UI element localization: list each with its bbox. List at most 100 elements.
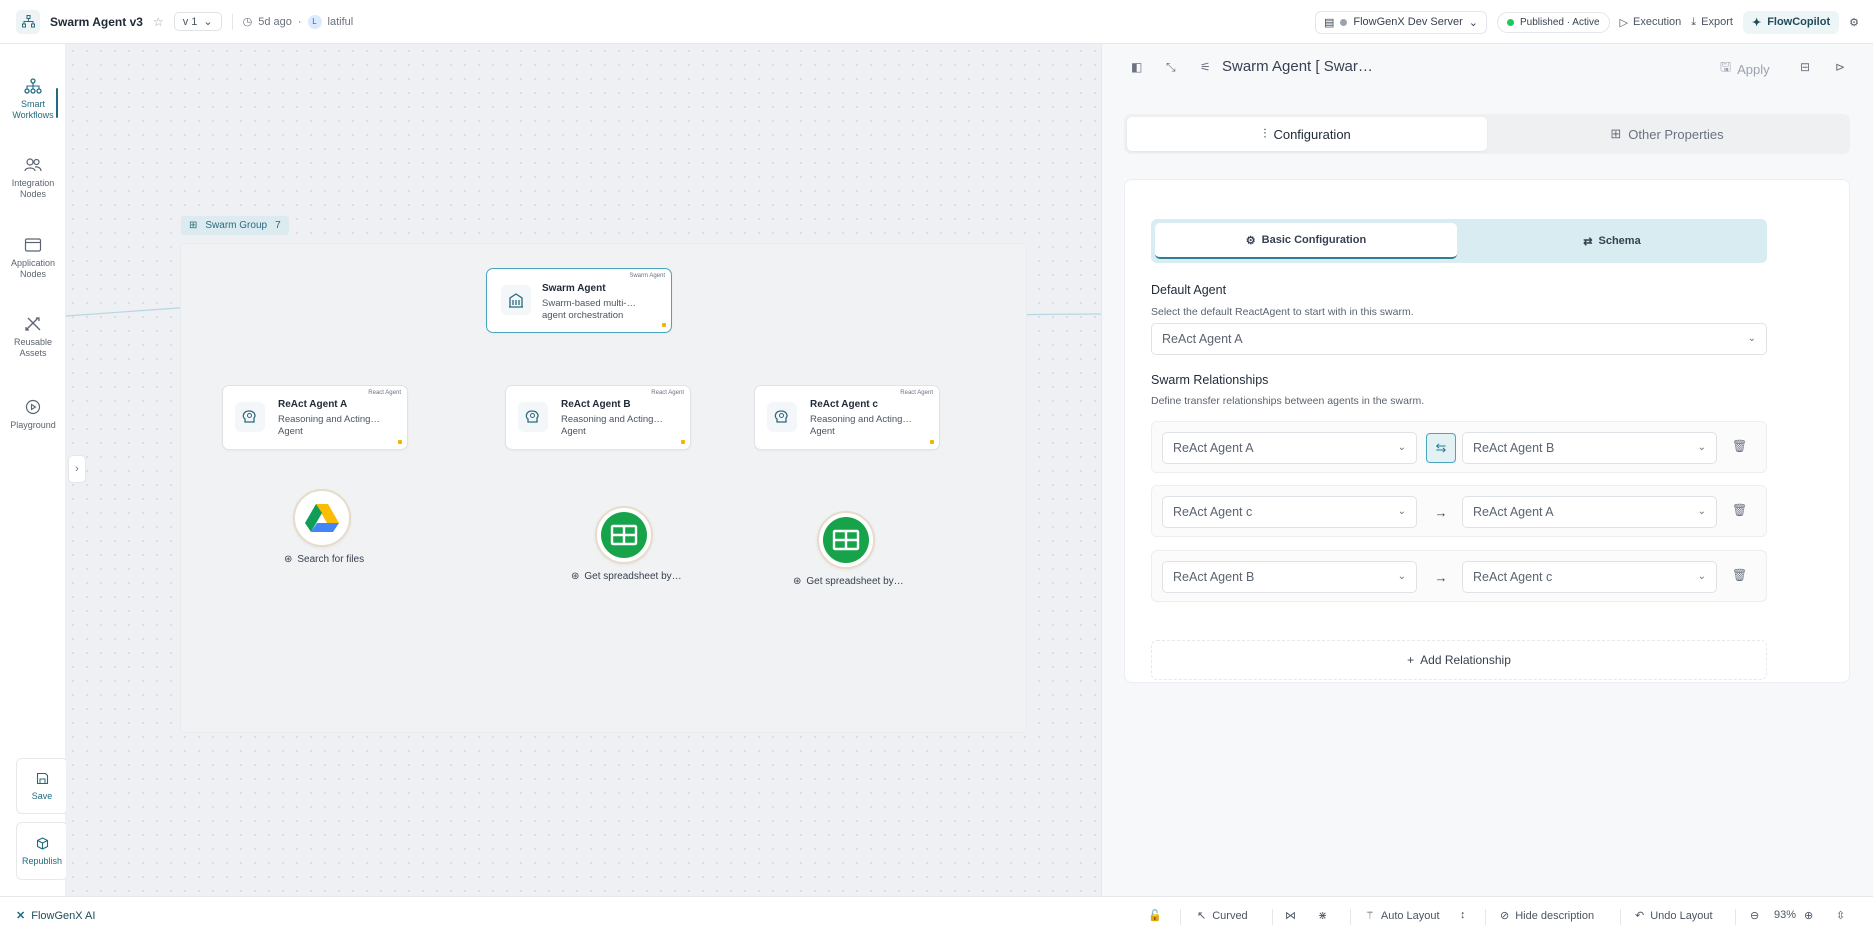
google-drive-tool[interactable] xyxy=(293,489,351,547)
relationship-from-select[interactable]: ReAct Agent B ⌄ xyxy=(1162,561,1417,593)
direction-toggle[interactable]: → xyxy=(1426,562,1456,592)
relationships-title: Swarm Relationships xyxy=(1151,373,1269,387)
workflow-icon[interactable] xyxy=(16,9,40,34)
react-agent-b-node[interactable]: React Agent ReAct Agent B Reasoning and … xyxy=(505,385,691,450)
minimize-icon[interactable]: ⤡ xyxy=(1166,60,1176,75)
expand-icon[interactable]: ⋇ xyxy=(1318,909,1327,922)
export-button[interactable]: ⤓ Export xyxy=(1691,16,1733,29)
tool-label: ⊛ Get spreadsheet by… xyxy=(793,576,904,587)
version-select[interactable]: v 1 ⌄ xyxy=(173,12,222,31)
relationship-from-select[interactable]: ReAct Agent c ⌄ xyxy=(1162,496,1417,528)
relationship-to-select[interactable]: ReAct Agent c ⌄ xyxy=(1462,561,1717,593)
left-sidebar: Smart Workflows Integration Nodes Applic… xyxy=(0,44,68,896)
arrow-right-icon: → xyxy=(1434,504,1448,520)
republish-button[interactable]: Republish xyxy=(16,822,68,880)
sidebar-item-label: Playground xyxy=(10,420,56,430)
tool-icon: ⊛ xyxy=(793,576,802,587)
undo-layout-button[interactable]: ↶ Undo Layout xyxy=(1635,909,1713,923)
server-name: FlowGenX Dev Server xyxy=(1353,16,1463,28)
default-agent-desc: Select the default ReactAgent to start w… xyxy=(1151,306,1414,318)
trash-icon[interactable]: 🗑 xyxy=(1732,503,1747,517)
status-dot xyxy=(1507,18,1515,26)
node-title: ReAct Agent c xyxy=(810,399,878,410)
node-flag xyxy=(662,323,666,327)
brain-icon xyxy=(767,402,797,432)
relationship-to-select[interactable]: ReAct Agent B ⌄ xyxy=(1462,432,1717,464)
status-badge[interactable]: Published · Active xyxy=(1497,11,1610,33)
copilot-label: FlowCopilot xyxy=(1767,16,1831,28)
trash-icon[interactable]: 🗑 xyxy=(1732,439,1747,453)
tool-label: ⊛ Search for files xyxy=(284,554,365,565)
workflow-icon xyxy=(24,78,42,94)
tab-schema[interactable]: ⇄ Schema xyxy=(1461,223,1763,259)
save-label: Save xyxy=(31,790,53,801)
hide-description-button[interactable]: ⊘ Hide description xyxy=(1500,909,1594,923)
wand-icon: ⚚ xyxy=(1365,910,1375,922)
tool-icon: ⊛ xyxy=(284,554,293,565)
server-select[interactable]: ▤ FlowGenX Dev Server ⌄ xyxy=(1314,10,1488,34)
version-label: v 1 xyxy=(182,15,198,28)
execution-button[interactable]: ▷ Execution xyxy=(1620,16,1682,29)
google-drive-icon xyxy=(305,504,339,532)
play-circle-icon[interactable]: ⊳ xyxy=(1835,60,1845,74)
select-value: ReAct Agent A xyxy=(1162,332,1243,346)
google-sheets-tool[interactable] xyxy=(817,511,875,569)
auto-layout-button[interactable]: ⚚ Auto Layout xyxy=(1365,909,1440,923)
lock-icon[interactable]: 🔓 xyxy=(1148,909,1162,922)
chevron-down-icon: ⌄ xyxy=(1697,442,1706,453)
add-relationship-button[interactable]: + Add Relationship xyxy=(1151,640,1767,680)
cube-icon xyxy=(36,836,48,850)
sidebar-item-integration-nodes[interactable]: Integration Nodes xyxy=(0,157,66,200)
fit-view-icon[interactable]: ⇳ xyxy=(1836,909,1845,922)
default-agent-select[interactable]: ReAct Agent A ⌄ xyxy=(1151,323,1767,355)
edge-style-button[interactable]: ↖ Curved xyxy=(1197,909,1248,923)
sliders-icon: ⫶ xyxy=(1263,126,1267,141)
tab-configuration[interactable]: ⫶ Configuration xyxy=(1127,117,1487,151)
panel-toggle-icon[interactable]: ◧ xyxy=(1131,60,1142,74)
settings-icon[interactable]: ⚙ xyxy=(1849,16,1859,29)
sidebar-item-label: Reusable Assets xyxy=(13,337,53,358)
apply-button[interactable]: 🖫 Apply xyxy=(1720,58,1770,80)
bottom-bar: ✕ FlowGenX AI 🔓 ↖ Curved ⋈ ⋇ ⚚ Auto Layout … xyxy=(0,896,1873,936)
panel-header: ◧ ⤡ ⚟ Swarm Agent [ Swar… 🖫 Apply ⊟ ⊳ xyxy=(1102,44,1873,92)
react-agent-c-node[interactable]: React Agent ReAct Agent c Reasoning and … xyxy=(754,385,940,450)
undo-icon: ↶ xyxy=(1635,910,1645,922)
logo-icon: ✕ xyxy=(16,910,26,922)
chevron-down-icon: ⌄ xyxy=(1747,333,1756,344)
save-button[interactable]: Save xyxy=(16,758,68,814)
direction-toggle[interactable]: → xyxy=(1426,497,1456,527)
layout-icon[interactable]: ⊟ xyxy=(1800,60,1810,74)
vertical-layout-icon[interactable]: ↕ xyxy=(1460,909,1466,921)
plus-icon: + xyxy=(1407,653,1415,667)
expand-sidebar-button[interactable]: › xyxy=(68,455,86,483)
panel-title: Swarm Agent [ Swar… xyxy=(1222,58,1373,75)
sliders-icon: ⚟ xyxy=(1200,60,1211,74)
workflow-canvas[interactable]: ⊞ Swarm Group 7 Swarm Agent Swarm Agent … xyxy=(66,44,1101,896)
zoom-out-icon[interactable]: ⊖ xyxy=(1750,909,1759,922)
node-flag xyxy=(930,440,934,444)
react-agent-a-node[interactable]: React Agent ReAct Agent A Reasoning and … xyxy=(222,385,408,450)
group-count: 7 xyxy=(275,220,281,231)
tab-basic-configuration[interactable]: ⚙ Basic Configuration xyxy=(1155,223,1457,259)
flowcopilot-button[interactable]: ✦ FlowCopilot xyxy=(1742,10,1840,34)
swarm-group-label[interactable]: ⊞ Swarm Group 7 xyxy=(181,216,289,235)
sidebar-item-reusable-assets[interactable]: Reusable Assets xyxy=(0,316,66,359)
google-sheets-tool[interactable] xyxy=(595,506,653,564)
sidebar-item-playground[interactable]: Playground xyxy=(0,399,66,431)
relationship-to-select[interactable]: ReAct Agent A ⌄ xyxy=(1462,496,1717,528)
trash-icon[interactable]: 🗑 xyxy=(1732,568,1747,582)
zoom-in-icon[interactable]: ⊕ xyxy=(1804,909,1813,922)
node-flag xyxy=(681,440,685,444)
tab-other-properties[interactable]: ⊞ Other Properties xyxy=(1487,117,1847,151)
swarm-agent-node[interactable]: Swarm Agent Swarm Agent Swarm-based mult… xyxy=(486,268,672,333)
star-icon[interactable]: ☆ xyxy=(153,15,164,29)
republish-label: Republish xyxy=(21,855,63,866)
sidebar-item-application-nodes[interactable]: Application Nodes xyxy=(0,237,66,280)
relationship-from-select[interactable]: ReAct Agent A ⌄ xyxy=(1162,432,1417,464)
node-type: React Agent xyxy=(368,390,401,396)
configuration-card: ⚙ Basic Configuration ⇄ Schema Default Age… xyxy=(1124,179,1850,683)
sidebar-item-smart-workflows[interactable]: Smart Workflows xyxy=(0,78,66,121)
node-type: React Agent xyxy=(651,390,684,396)
collapse-icon[interactable]: ⋈ xyxy=(1285,909,1296,922)
bidirectional-toggle[interactable]: ⇆ xyxy=(1426,433,1456,463)
